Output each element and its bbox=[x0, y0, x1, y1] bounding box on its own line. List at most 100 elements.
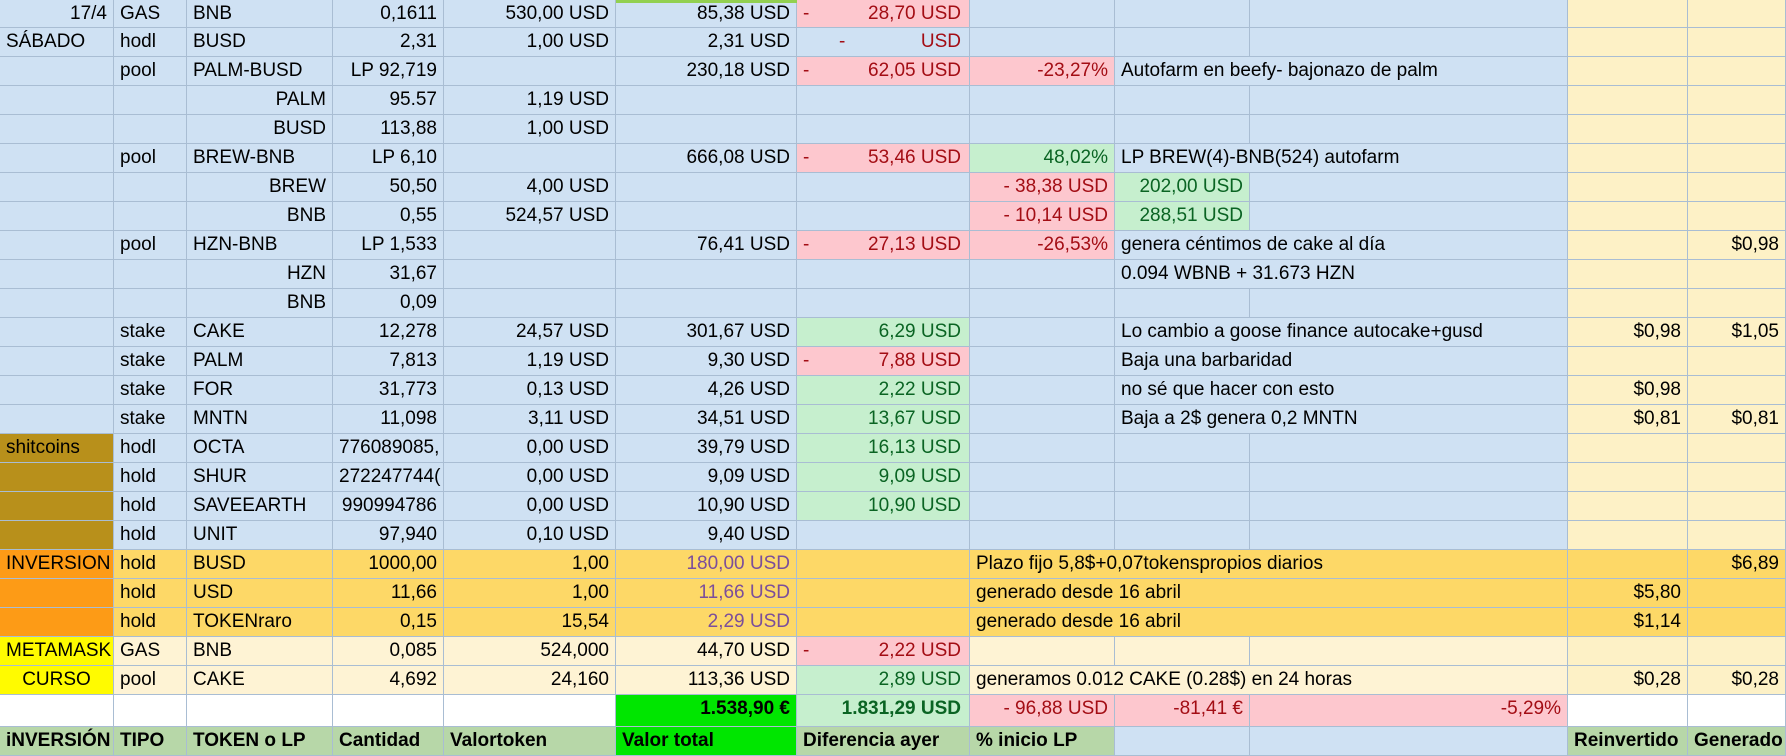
cell-col-f-row-11[interactable] bbox=[616, 289, 797, 318]
cell-col-d-row-24[interactable]: 4,692 bbox=[333, 666, 444, 695]
cell-col-i-row-11[interactable] bbox=[970, 289, 1115, 318]
cell-col-f-row-18[interactable]: 10,90 USD bbox=[616, 492, 797, 521]
cell-col-j-row-2[interactable] bbox=[1115, 28, 1250, 57]
cell-col-g-row-11[interactable] bbox=[797, 289, 970, 318]
cell-col-g-row-10[interactable] bbox=[797, 260, 970, 289]
cell-col-c-row-12[interactable]: CAKE bbox=[187, 318, 333, 347]
cell-col-l-row-1[interactable] bbox=[1568, 0, 1688, 28]
cell-col-d-row-1[interactable]: 0,1611 bbox=[333, 0, 444, 28]
cell-col-e-row-26[interactable]: Valortoken bbox=[444, 727, 616, 756]
cell-col-j-row-16[interactable] bbox=[1115, 434, 1250, 463]
cell-col-f-row-12[interactable]: 301,67 USD bbox=[616, 318, 797, 347]
cell-col-d-row-11[interactable]: 0,09 bbox=[333, 289, 444, 318]
cell-col-f-row-14[interactable]: 4,26 USD bbox=[616, 376, 797, 405]
cell-col-g-row-1[interactable]: - 28,70 USD bbox=[797, 0, 970, 28]
cell-col-f-row-26[interactable]: Valor total bbox=[616, 727, 797, 756]
cell-col-c-row-24[interactable]: CAKE bbox=[187, 666, 333, 695]
cell-col-l-row-24[interactable]: $0,28 bbox=[1568, 666, 1688, 695]
cell-col-l-row-15[interactable]: $0,81 bbox=[1568, 405, 1688, 434]
cell-col-f-row-5[interactable] bbox=[616, 115, 797, 144]
cell-col-g-row-25[interactable]: 1.831,29 USD bbox=[797, 695, 970, 727]
cell-col-l-row-22[interactable]: $1,14 bbox=[1568, 608, 1688, 637]
cell-col-f-row-23[interactable]: 44,70 USD bbox=[616, 637, 797, 666]
cell-col-i-row-8[interactable]: - 10,14 USD bbox=[970, 202, 1115, 231]
cell-col-k-row-1[interactable] bbox=[1250, 0, 1568, 28]
cell-col-g-row-24[interactable]: 2,89 USD bbox=[797, 666, 970, 695]
cell-col-m-row-4[interactable] bbox=[1688, 86, 1786, 115]
cell-col-i-row-7[interactable]: - 38,38 USD bbox=[970, 173, 1115, 202]
cell-col-f-row-20[interactable]: 180,00 USD bbox=[616, 550, 797, 579]
cell-col-i-row-5[interactable] bbox=[970, 115, 1115, 144]
cell-col-l-row-8[interactable] bbox=[1568, 202, 1688, 231]
cell-col-i-row-22[interactable]: generado desde 16 abril bbox=[970, 608, 1568, 637]
cell-col-c-row-14[interactable]: FOR bbox=[187, 376, 333, 405]
cell-col-d-row-9[interactable]: LP 1,533 bbox=[333, 231, 444, 260]
cell-col-g-row-14[interactable]: 2,22 USD bbox=[797, 376, 970, 405]
cell-col-g-row-23[interactable]: - 2,22 USD bbox=[797, 637, 970, 666]
cell-col-k-row-18[interactable] bbox=[1250, 492, 1568, 521]
cell-col-m-row-13[interactable] bbox=[1688, 347, 1786, 376]
cell-col-b-row-20[interactable]: hold bbox=[114, 550, 187, 579]
cell-col-f-row-24[interactable]: 113,36 USD bbox=[616, 666, 797, 695]
cell-col-a-row-6[interactable] bbox=[0, 144, 114, 173]
cell-col-i-row-12[interactable] bbox=[970, 318, 1115, 347]
cell-col-d-row-7[interactable]: 50,50 bbox=[333, 173, 444, 202]
cell-col-a-row-11[interactable] bbox=[0, 289, 114, 318]
cell-col-m-row-5[interactable] bbox=[1688, 115, 1786, 144]
cell-col-i-row-26[interactable]: % inicio LP bbox=[970, 727, 1115, 756]
cell-col-f-row-9[interactable]: 76,41 USD bbox=[616, 231, 797, 260]
cell-col-f-row-19[interactable]: 9,40 USD bbox=[616, 521, 797, 550]
cell-col-e-row-23[interactable]: 524,000 bbox=[444, 637, 616, 666]
cell-col-f-row-22[interactable]: 2,29 USD bbox=[616, 608, 797, 637]
cell-col-b-row-12[interactable]: stake bbox=[114, 318, 187, 347]
cell-col-a-row-19[interactable] bbox=[0, 521, 114, 550]
cell-col-d-row-6[interactable]: LP 6,10 bbox=[333, 144, 444, 173]
cell-col-b-row-9[interactable]: pool bbox=[114, 231, 187, 260]
cell-col-c-row-11[interactable]: BNB bbox=[187, 289, 333, 318]
cell-col-g-row-17[interactable]: 9,09 USD bbox=[797, 463, 970, 492]
cell-col-i-row-17[interactable] bbox=[970, 463, 1115, 492]
cell-col-a-row-16[interactable]: shitcoins bbox=[0, 434, 114, 463]
cell-col-i-row-16[interactable] bbox=[970, 434, 1115, 463]
cell-col-f-row-7[interactable] bbox=[616, 173, 797, 202]
cell-col-b-row-18[interactable]: hold bbox=[114, 492, 187, 521]
cell-col-k-row-8[interactable] bbox=[1250, 202, 1568, 231]
cell-col-g-row-6[interactable]: - 53,46 USD bbox=[797, 144, 970, 173]
cell-col-b-row-4[interactable] bbox=[114, 86, 187, 115]
cell-col-i-row-14[interactable] bbox=[970, 376, 1115, 405]
cell-col-e-row-25[interactable] bbox=[444, 695, 616, 727]
cell-col-k-row-2[interactable] bbox=[1250, 28, 1568, 57]
cell-col-a-row-8[interactable] bbox=[0, 202, 114, 231]
cell-col-g-row-19[interactable] bbox=[797, 521, 970, 550]
cell-col-l-row-13[interactable] bbox=[1568, 347, 1688, 376]
cell-col-l-row-26[interactable]: Reinvertido bbox=[1568, 727, 1688, 756]
cell-col-b-row-19[interactable]: hold bbox=[114, 521, 187, 550]
cell-col-l-row-6[interactable] bbox=[1568, 144, 1688, 173]
cell-col-e-row-19[interactable]: 0,10 USD bbox=[444, 521, 616, 550]
cell-col-f-row-15[interactable]: 34,51 USD bbox=[616, 405, 797, 434]
cell-col-e-row-2[interactable]: 1,00 USD bbox=[444, 28, 616, 57]
cell-col-a-row-23[interactable]: METAMASK bbox=[0, 637, 114, 666]
cell-col-c-row-19[interactable]: UNIT bbox=[187, 521, 333, 550]
cell-col-b-row-6[interactable]: pool bbox=[114, 144, 187, 173]
cell-col-b-row-15[interactable]: stake bbox=[114, 405, 187, 434]
cell-col-m-row-1[interactable] bbox=[1688, 0, 1786, 28]
cell-col-a-row-15[interactable] bbox=[0, 405, 114, 434]
cell-col-g-row-7[interactable] bbox=[797, 173, 970, 202]
cell-col-m-row-26[interactable]: Generado bbox=[1688, 727, 1786, 756]
cell-col-a-row-10[interactable] bbox=[0, 260, 114, 289]
cell-col-f-row-21[interactable]: 11,66 USD bbox=[616, 579, 797, 608]
cell-col-j-row-12[interactable]: Lo cambio a goose finance autocake+gusd bbox=[1115, 318, 1568, 347]
cell-col-f-row-13[interactable]: 9,30 USD bbox=[616, 347, 797, 376]
cell-col-l-row-16[interactable] bbox=[1568, 434, 1688, 463]
cell-col-c-row-25[interactable] bbox=[187, 695, 333, 727]
cell-col-d-row-4[interactable]: 95.57 bbox=[333, 86, 444, 115]
cell-col-g-row-26[interactable]: Diferencia ayer bbox=[797, 727, 970, 756]
cell-col-a-row-5[interactable] bbox=[0, 115, 114, 144]
cell-col-b-row-7[interactable] bbox=[114, 173, 187, 202]
cell-col-a-row-4[interactable] bbox=[0, 86, 114, 115]
cell-col-e-row-8[interactable]: 524,57 USD bbox=[444, 202, 616, 231]
cell-col-f-row-8[interactable] bbox=[616, 202, 797, 231]
cell-col-b-row-24[interactable]: pool bbox=[114, 666, 187, 695]
cell-col-a-row-3[interactable] bbox=[0, 57, 114, 86]
